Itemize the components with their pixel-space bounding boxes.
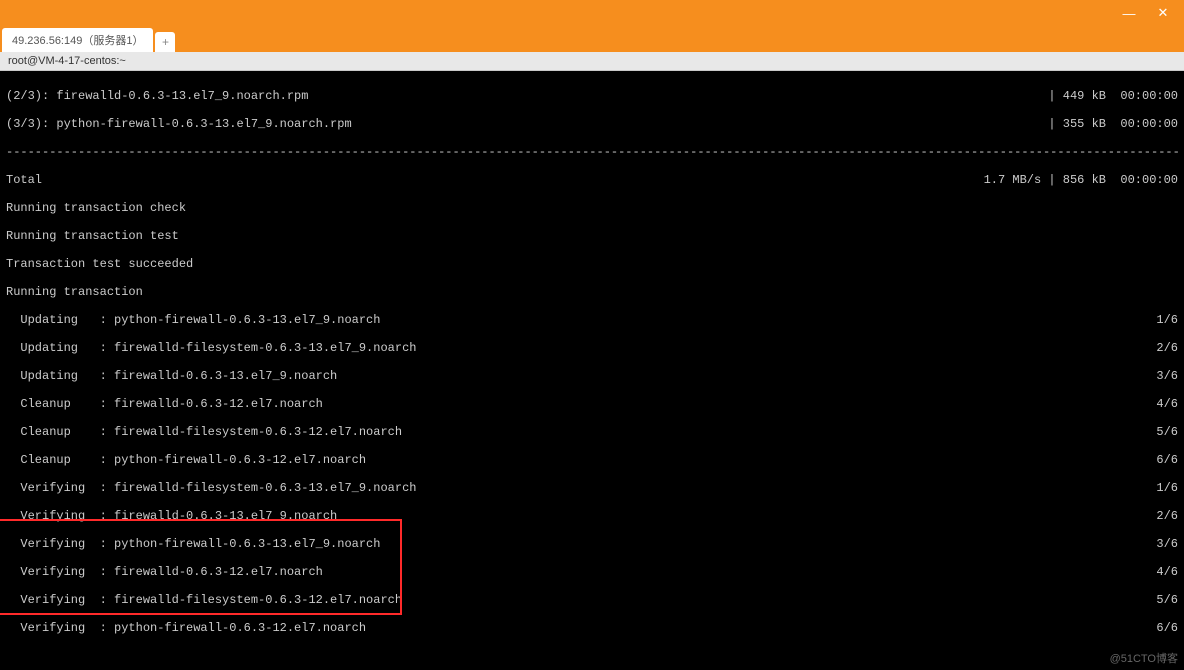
download-row: (3/3): python-firewall-0.6.3-13.el7_9.no…: [6, 117, 1178, 131]
tab-add-button[interactable]: +: [155, 32, 175, 52]
breadcrumb: root@VM-4-17-centos:~: [0, 52, 1184, 71]
trans-line: Running transaction test: [6, 229, 1178, 243]
step-row: Verifying : firewalld-filesystem-0.6.3-1…: [6, 593, 1178, 607]
step-row: Cleanup : python-firewall-0.6.3-12.el7.n…: [6, 453, 1178, 467]
tabstrip: 49.236.56:149（服务器1） +: [0, 26, 1184, 52]
tab-label: 49.236.56:149（服务器1）: [12, 32, 143, 48]
trans-line: Running transaction: [6, 285, 1178, 299]
step-row: Updating : firewalld-0.6.3-13.el7_9.noar…: [6, 369, 1178, 383]
step-row: Updating : python-firewall-0.6.3-13.el7_…: [6, 313, 1178, 327]
blank-line: [6, 649, 1178, 663]
separator: ----------------------------------------…: [6, 145, 1178, 159]
terminal-output[interactable]: (2/3): firewalld-0.6.3-13.el7_9.noarch.r…: [0, 71, 1184, 668]
step-row: Verifying : firewalld-0.6.3-12.el7.noarc…: [6, 565, 1178, 579]
step-row: Cleanup : firewalld-filesystem-0.6.3-12.…: [6, 425, 1178, 439]
window-close-button[interactable]: ✕: [1146, 3, 1180, 23]
total-row: Total1.7 MB/s | 856 kB 00:00:00: [6, 173, 1178, 187]
step-row: Verifying : firewalld-filesystem-0.6.3-1…: [6, 481, 1178, 495]
window-min-button[interactable]: —: [1112, 3, 1146, 23]
download-row: (2/3): firewalld-0.6.3-13.el7_9.noarch.r…: [6, 89, 1178, 103]
step-row: Verifying : python-firewall-0.6.3-12.el7…: [6, 621, 1178, 635]
step-row: Verifying : python-firewall-0.6.3-13.el7…: [6, 537, 1178, 551]
tab-server1[interactable]: 49.236.56:149（服务器1）: [2, 28, 153, 52]
step-row: Updating : firewalld-filesystem-0.6.3-13…: [6, 341, 1178, 355]
step-row: Verifying : firewalld-0.6.3-13.el7_9.noa…: [6, 509, 1178, 523]
step-row: Cleanup : firewalld-0.6.3-12.el7.noarch4…: [6, 397, 1178, 411]
watermark: @51CTO博客: [1110, 650, 1178, 666]
window-titlebar: — ✕: [0, 0, 1184, 26]
trans-line: Running transaction check: [6, 201, 1178, 215]
trans-line: Transaction test succeeded: [6, 257, 1178, 271]
